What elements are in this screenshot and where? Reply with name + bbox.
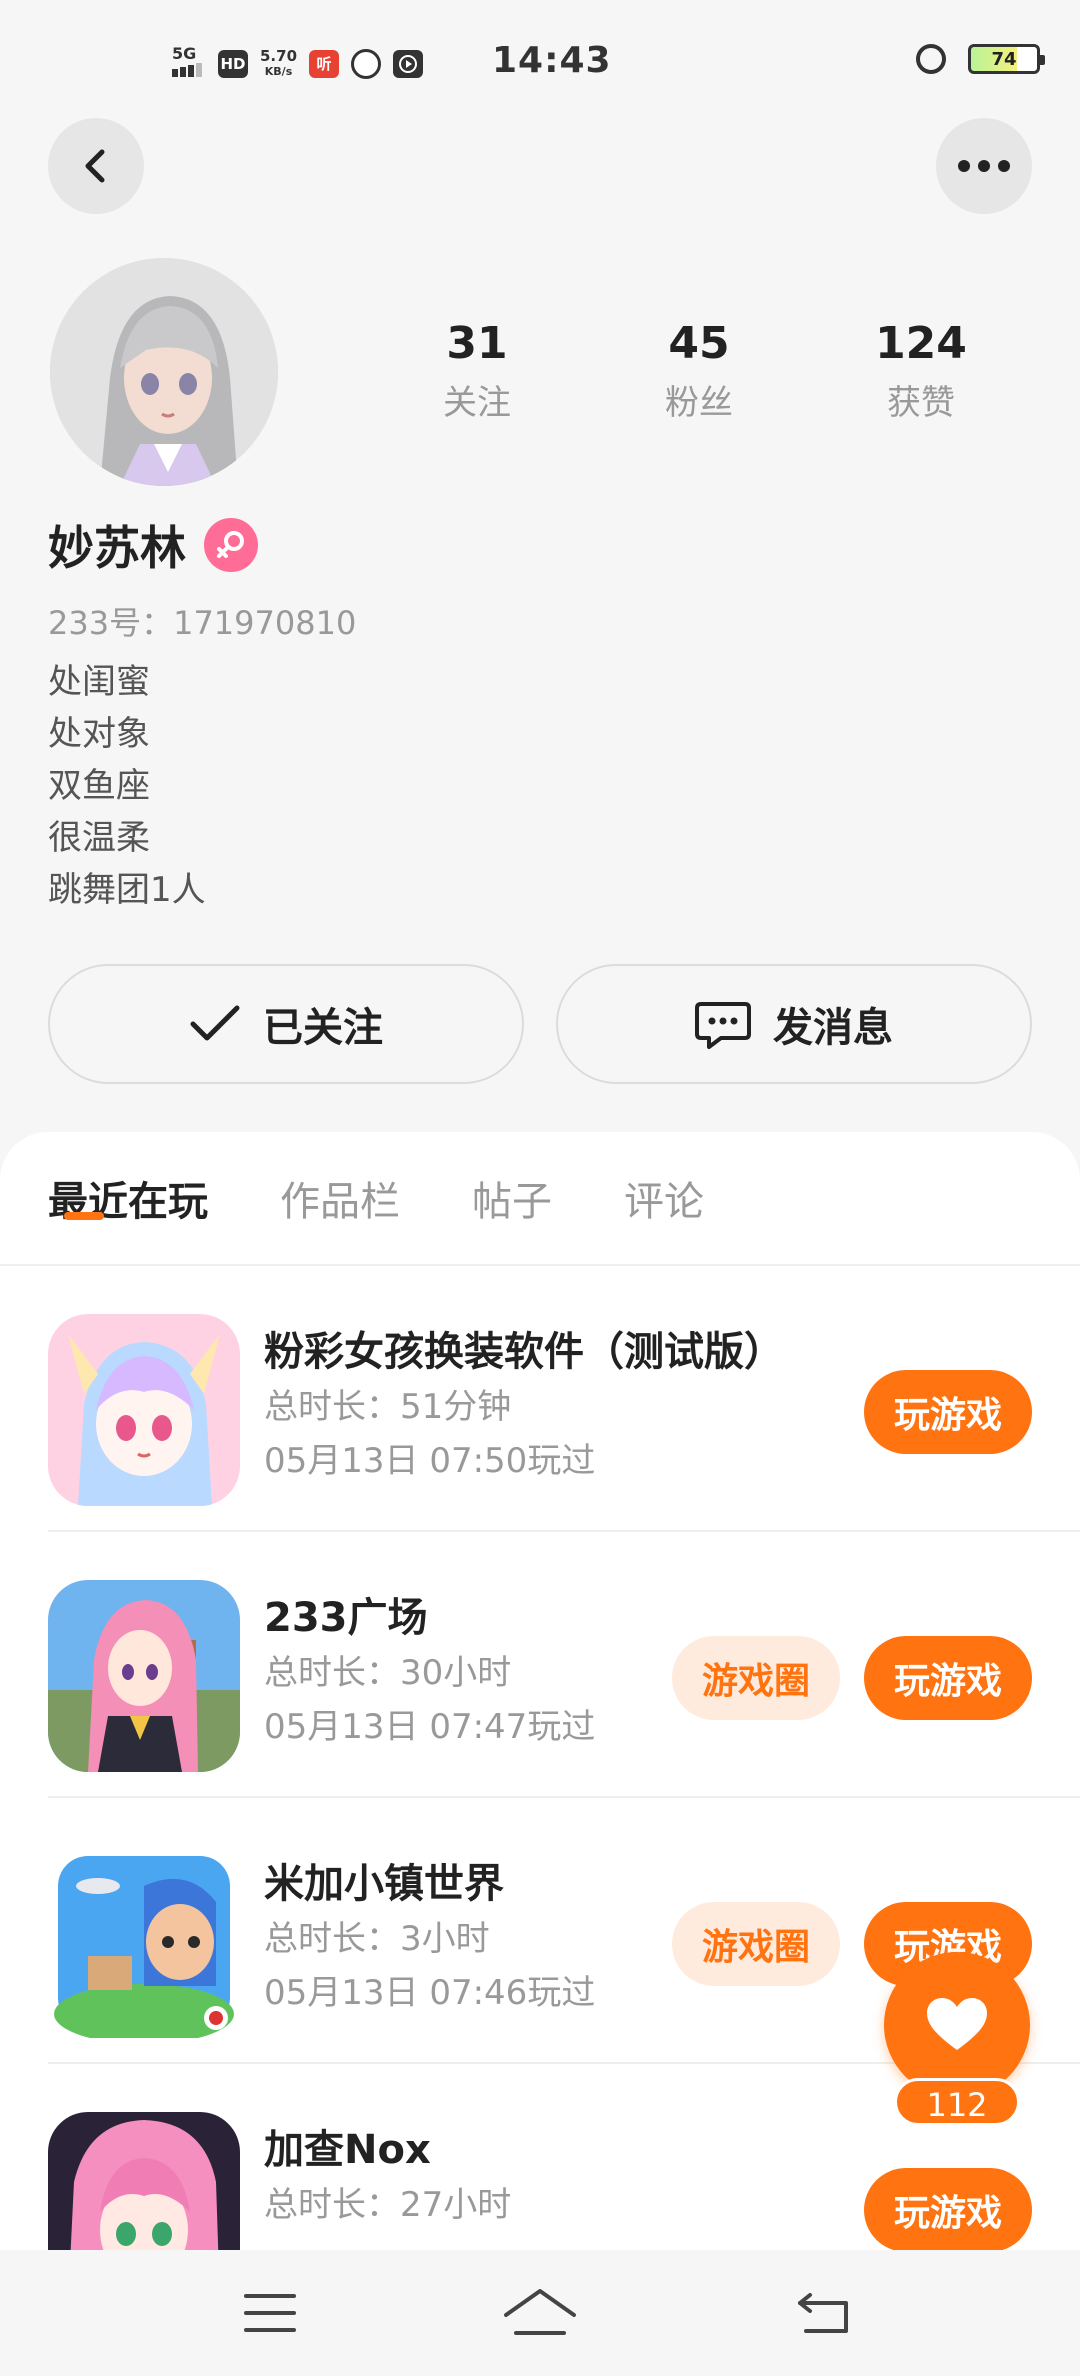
stat-following[interactable]: 31 关注 [366, 318, 588, 424]
hd-icon: HD [218, 49, 248, 78]
network-indicator: 5G [172, 46, 206, 81]
followed-label: 已关注 [263, 1005, 383, 1051]
like-button[interactable] [884, 1952, 1030, 2098]
network-type: 5G [172, 44, 197, 63]
game-icon [48, 1580, 240, 1772]
likes-received-count: 124 [875, 318, 967, 369]
back-button[interactable] [48, 118, 144, 214]
account-id: 233号：171970810 [48, 604, 357, 642]
status-bar: 5G HD 5.70 KB/s 听 14:43 74 [0, 0, 1080, 130]
tab-works[interactable]: 作品栏 [280, 1172, 400, 1242]
game-duration: 总时长：27小时 [264, 2185, 512, 2225]
game-info: 加查Nox 总时长：27小时 [264, 2122, 511, 2262]
video-app-icon [393, 49, 424, 78]
send-message-label: 发消息 [773, 1005, 893, 1051]
game-last-played: 05月13日 07:46玩过 [264, 1973, 596, 2013]
more-dots-icon [958, 160, 1010, 172]
stat-likes[interactable]: 124 获赞 [810, 318, 1032, 424]
profile-stats: 31 关注 45 粉丝 124 获赞 [366, 318, 1032, 424]
bio-line: 很温柔 [48, 818, 150, 858]
bio: 处闺蜜 处对象 双鱼座 很温柔 跳舞团1人 [48, 656, 206, 916]
nickname-row: 妙苏林 [48, 512, 258, 578]
cat-app-icon [351, 48, 382, 79]
game-title: 233广场 [264, 1595, 428, 1641]
game-title: 米加小镇世界 [264, 1861, 504, 1907]
more-button[interactable] [936, 118, 1032, 214]
bio-line: 跳舞团1人 [48, 870, 206, 910]
game-icon [48, 2112, 240, 2262]
return-icon [798, 2293, 848, 2333]
listen-app-icon: 听 [309, 49, 340, 78]
signal-icon [172, 63, 202, 77]
nav-back-button[interactable] [774, 2280, 874, 2346]
speed-value: 5.70 [260, 46, 298, 65]
avatar[interactable] [50, 258, 278, 486]
avatar-image [50, 258, 278, 486]
home-icon [504, 2289, 576, 2335]
game-duration: 总时长：3小时 [264, 1919, 490, 1959]
send-message-button[interactable]: 发消息 [556, 964, 1032, 1084]
game-duration: 总时长：51分钟 [264, 1387, 512, 1427]
followed-button[interactable]: 已关注 [48, 964, 524, 1084]
system-nav-bar [0, 2250, 1080, 2376]
likes-received-label: 获赞 [887, 383, 955, 423]
bio-line: 处对象 [48, 714, 150, 754]
game-list-item[interactable]: 233广场 总时长：30小时 05月13日 07:47玩过 游戏圈 玩游戏 [48, 1532, 1080, 1798]
play-game-button[interactable]: 玩游戏 [864, 1636, 1032, 1720]
like-count: 112 [894, 2078, 1020, 2126]
network-speed: 5.70 KB/s [260, 48, 297, 80]
clock: 14:43 [492, 40, 612, 81]
game-last-played: 05月13日 07:50玩过 [264, 1441, 596, 1481]
nav-home-button[interactable] [490, 2280, 590, 2346]
heart-icon [927, 1998, 987, 2050]
nav-menu-button[interactable] [220, 2280, 320, 2346]
play-game-button[interactable]: 玩游戏 [864, 2168, 1032, 2252]
following-count: 31 [446, 318, 508, 369]
bio-line: 处闺蜜 [48, 662, 150, 702]
female-gender-icon [204, 518, 258, 572]
menu-icon [244, 2294, 296, 2332]
fans-label: 粉丝 [665, 383, 733, 423]
active-tab-indicator [64, 1212, 104, 1220]
tab-recently-played[interactable]: 最近在玩 [48, 1172, 208, 1242]
game-last-played: 05月13日 07:47玩过 [264, 1707, 596, 1747]
game-circle-button[interactable]: 游戏圈 [672, 1636, 840, 1720]
game-circle-button[interactable]: 游戏圈 [672, 1902, 840, 1986]
checkmark-icon [190, 1005, 240, 1041]
following-label: 关注 [443, 383, 511, 423]
game-list-item[interactable]: 粉彩女孩换装软件（测试版） 总时长：51分钟 05月13日 07:50玩过 玩游… [48, 1266, 1080, 1532]
game-icon [48, 1846, 240, 2038]
play-game-button[interactable]: 玩游戏 [864, 1370, 1032, 1454]
battery-level: 74 [991, 48, 1017, 70]
game-info: 粉彩女孩换装软件（测试版） 总时长：51分钟 05月13日 07:50玩过 [264, 1324, 784, 1488]
game-title: 加查Nox [264, 2127, 431, 2173]
game-info: 米加小镇世界 总时长：3小时 05月13日 07:46玩过 [264, 1856, 595, 2020]
game-duration: 总时长：30小时 [264, 1653, 512, 1693]
game-info: 233广场 总时长：30小时 05月13日 07:47玩过 [264, 1590, 595, 1754]
stat-fans[interactable]: 45 粉丝 [588, 318, 810, 424]
game-icon [48, 1314, 240, 1506]
bio-line: 双鱼座 [48, 766, 150, 806]
chat-bubble-icon [695, 1002, 751, 1049]
tab-comments[interactable]: 评论 [624, 1172, 704, 1242]
battery-icon: 74 [968, 44, 1045, 74]
alarm-icon [916, 44, 946, 74]
fans-count: 45 [668, 318, 730, 369]
game-title: 粉彩女孩换装软件（测试版） [264, 1329, 784, 1375]
nickname: 妙苏林 [48, 521, 186, 575]
tab-posts[interactable]: 帖子 [472, 1172, 552, 1242]
profile-tabs: 最近在玩 作品栏 帖子 评论 [48, 1172, 776, 1242]
back-arrow-icon [85, 149, 105, 183]
speed-unit: KB/s [264, 64, 293, 78]
